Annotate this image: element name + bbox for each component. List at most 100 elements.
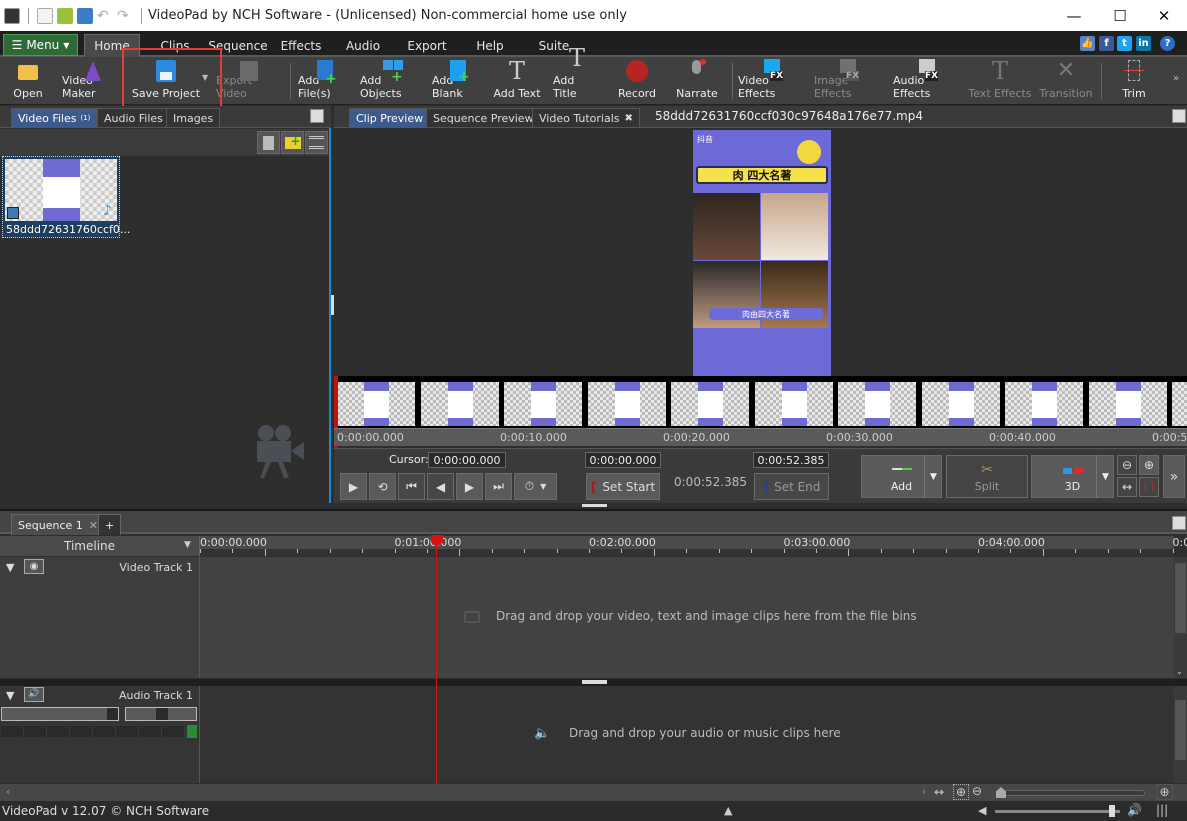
timeline-zoom-in-icon[interactable]: ⊕ — [1156, 784, 1173, 800]
tab-clip-preview[interactable]: Clip Preview — [349, 108, 431, 127]
open-button[interactable]: Open — [6, 59, 50, 103]
scroll-left-icon[interactable]: ‹ — [6, 785, 10, 798]
pane-splitter-handle[interactable] — [582, 504, 607, 507]
redo-icon[interactable]: ↷ — [117, 8, 133, 24]
close-tab-icon[interactable]: ✖ — [625, 113, 633, 124]
list-view-button[interactable] — [305, 131, 328, 154]
timeline-ruler[interactable]: 0:00:00.000 0:01:00.000 0:02:00.000 0:03:00… — [200, 536, 1187, 556]
add-files-button[interactable]: + Add File(s) — [298, 59, 352, 103]
3d-button[interactable]: 3D ▼ — [1031, 455, 1114, 498]
facebook-icon[interactable]: f — [1099, 36, 1114, 51]
audio-effects-button[interactable]: FX Audio Effects — [893, 59, 963, 103]
minimize-button[interactable]: — — [1051, 0, 1097, 31]
master-volume-thumb[interactable] — [1109, 805, 1115, 817]
open-project-icon[interactable] — [57, 7, 73, 24]
tab-video-files[interactable]: Video Files (1) — [11, 108, 98, 127]
new-bin-button[interactable]: + — [281, 131, 304, 154]
more-controls-button[interactable]: » — [1163, 455, 1185, 498]
linkedin-icon[interactable]: in — [1136, 36, 1151, 51]
tab-video-tutorials[interactable]: Video Tutorials ✖ — [532, 108, 640, 127]
filmstrip[interactable] — [334, 376, 1187, 431]
audio-track[interactable]: ▼ 🔊 Audio Track 1 🔈 Drag and drop your a… — [0, 686, 1174, 783]
thumbs-up-icon[interactable]: 👍 — [1080, 36, 1095, 51]
master-volume-slider[interactable] — [995, 805, 1120, 817]
save-dropdown-icon[interactable]: ▼ — [202, 73, 208, 82]
timeline-scrollbar[interactable]: ‹ › ↔ ⊕ ⊖ ⊕ — [0, 784, 1187, 801]
tab-sequence[interactable]: Sequence — [208, 34, 268, 57]
tab-images[interactable]: Images — [166, 108, 221, 127]
tab-clips[interactable]: Clips — [150, 34, 200, 57]
tab-audio-files[interactable]: Audio Files — [97, 108, 170, 127]
set-end-button[interactable]: ] Set End — [754, 473, 829, 500]
timeline-zoom-slider[interactable] — [996, 787, 1145, 798]
help-icon[interactable]: ? — [1160, 36, 1175, 51]
fit-button[interactable]: ↔ — [1117, 477, 1137, 497]
add-title-button[interactable]: T Add Title — [553, 46, 601, 103]
add-to-sequence-button[interactable]: Add ▼ — [861, 455, 942, 498]
close-tab-icon[interactable]: ✕ — [89, 519, 98, 532]
zoom-slider-thumb[interactable] — [996, 787, 1006, 798]
trim-button[interactable]: Trim — [1112, 59, 1156, 103]
tab-audio[interactable]: Audio — [340, 34, 386, 57]
video-maker-button[interactable]: Video Maker — [62, 59, 124, 103]
undock-icon[interactable] — [310, 109, 324, 123]
pan-slider-thumb[interactable] — [156, 708, 168, 720]
collapse-track-icon[interactable]: ▼ — [6, 689, 14, 702]
tab-export[interactable]: Export — [402, 34, 452, 57]
add-text-button[interactable]: T Add Text — [493, 59, 541, 103]
add-blank-button[interactable]: + Add Blank — [432, 59, 484, 103]
zoom-in-button[interactable]: ⊕ — [1139, 455, 1159, 475]
add-dropdown-button[interactable]: ▼ — [924, 455, 942, 498]
track-pan-slider[interactable] — [125, 707, 197, 721]
end-time-field[interactable]: 0:00:52.385 — [753, 452, 829, 468]
track-splitter[interactable] — [0, 679, 1187, 686]
video-track[interactable]: ▼ ◉ Video Track 1 Drag and drop your vid… — [0, 557, 1174, 678]
collapse-track-icon[interactable]: ▼ — [6, 561, 14, 574]
close-button[interactable]: ✕ — [1141, 0, 1187, 31]
tab-sequence-1[interactable]: Sequence 1 ✕ — [11, 514, 105, 535]
undo-icon[interactable]: ↶ — [97, 8, 113, 24]
audio-track-scrollbar[interactable] — [1174, 686, 1187, 783]
3d-dropdown-button[interactable]: ▼ — [1096, 455, 1114, 498]
chevron-down-icon[interactable]: ▼ — [184, 540, 191, 550]
zoom-selection-button[interactable]: [ ] — [1139, 477, 1159, 497]
video-track-scrollbar[interactable]: ⌄ — [1174, 557, 1187, 678]
undock-icon[interactable] — [1172, 516, 1186, 530]
undock-icon[interactable] — [1172, 109, 1186, 123]
loop-button[interactable]: ⟲ — [369, 473, 396, 500]
go-to-end-button[interactable]: ⏭ — [485, 473, 512, 500]
clip-ruler[interactable]: 0:00:00.000 0:00:10.000 0:00:20.000 0:00:30… — [334, 428, 1187, 446]
maximize-button[interactable]: ☐ — [1097, 0, 1143, 31]
expand-up-icon[interactable]: ▲ — [724, 804, 732, 817]
menu-button[interactable]: ☰ Menu ▼ — [3, 34, 78, 56]
next-frame-button[interactable]: ▶ — [456, 473, 483, 500]
save-project-button[interactable]: Save Project — [131, 59, 201, 103]
add-objects-button[interactable]: + Add Objects — [360, 59, 426, 103]
volume-slider-thumb[interactable] — [107, 708, 118, 720]
transition-button[interactable]: ✕ Transition — [1038, 59, 1094, 103]
split-button[interactable]: ✂ Split — [946, 455, 1028, 498]
go-to-start-button[interactable]: ⏮ — [398, 473, 425, 500]
speaker-mute-icon[interactable]: 🔊 — [24, 687, 44, 702]
fit-timeline-button[interactable]: ↔ — [934, 785, 944, 799]
speed-button[interactable]: ⏱ ▼ — [514, 473, 557, 500]
zoom-out-button[interactable]: ⊖ — [1117, 455, 1137, 475]
zoom-selection-icon[interactable]: ⊕ — [953, 784, 969, 800]
track-volume-slider[interactable] — [1, 707, 119, 721]
new-project-icon[interactable] — [37, 7, 53, 24]
save-icon[interactable] — [77, 7, 93, 24]
previous-frame-button[interactable]: ◀ — [427, 473, 454, 500]
narrate-button[interactable]: Narrate — [674, 59, 720, 103]
cursor-time-field[interactable]: 0:00:00.000 — [428, 452, 506, 468]
mixer-icon[interactable]: ||| — [1156, 803, 1168, 817]
tab-help[interactable]: Help — [470, 34, 510, 57]
export-video-button[interactable]: Export Video — [216, 59, 282, 103]
image-effects-button[interactable]: FX Image Effects — [814, 59, 884, 103]
video-preview[interactable]: 抖音 肉 四大名著 肉由四大名著 — [693, 130, 831, 376]
add-sequence-button[interactable]: + — [98, 514, 122, 535]
tab-effects[interactable]: Effects — [278, 34, 324, 57]
timeline-header[interactable]: Timeline ▼ — [0, 536, 200, 556]
play-button[interactable]: ▶ — [340, 473, 367, 500]
eye-visibility-icon[interactable]: ◉ — [24, 559, 44, 574]
set-start-button[interactable]: [Set Start — [586, 473, 660, 500]
